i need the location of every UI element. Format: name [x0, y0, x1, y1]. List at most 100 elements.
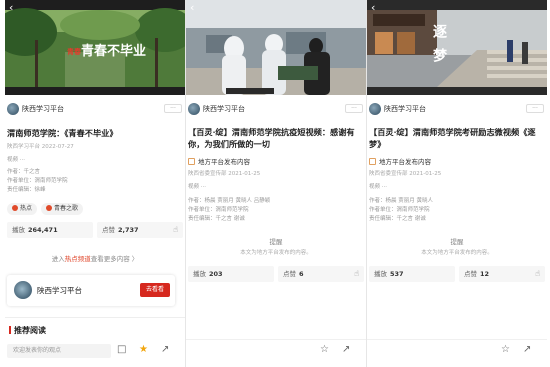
author-unit-line: 作者单位：渭南师范学院: [369, 207, 430, 213]
publisher-label: 地方平台发布内容: [198, 158, 250, 166]
editor-line: 责任编辑：徐峰: [7, 187, 46, 193]
hot-prefix: 进入: [51, 255, 65, 263]
more-button[interactable]: ···: [526, 104, 544, 113]
hot-suffix: 查看更多内容 〉: [90, 255, 139, 263]
account-logo[interactable]: [188, 103, 200, 115]
article-panel-3: ‹ 逐梦 陕西学习平台 ··· 【百灵·绽】渭南师范学院考研励志微视频《逐梦》 …: [367, 0, 547, 367]
publisher-row: 地方平台发布内容: [188, 156, 250, 166]
likes-label: 点赞: [464, 270, 477, 278]
likes-stat[interactable]: 点赞 12 ☝: [459, 266, 545, 282]
likes-stat[interactable]: 点赞 2,737 ☝: [97, 222, 183, 238]
notice-text: 本文为地方平台发布的内容。: [421, 250, 493, 256]
article-date: 陕西学习平台 2022-07-27: [7, 144, 74, 150]
platform-card: 陕西学习平台 去看看: [7, 275, 175, 306]
back-chevron-icon[interactable]: ‹: [9, 2, 13, 13]
publisher-icon: [188, 158, 195, 165]
publisher-row: 地方平台发布内容: [369, 156, 431, 166]
content-type-label: 视频 ···: [188, 184, 206, 190]
back-chevron-icon[interactable]: ‹: [371, 2, 375, 13]
editor-line: 责任编辑：千之言 谢诚: [188, 216, 245, 222]
platform-logo: [14, 281, 32, 299]
share-icon[interactable]: ↗: [342, 343, 350, 357]
tag-dot-icon: [12, 205, 18, 211]
article-title: 渭南师范学院：《青春不毕业》: [7, 128, 118, 138]
article-date: 陕西省委宣传部 2021-01-25: [369, 171, 442, 177]
video-thumbnail: [367, 0, 547, 95]
account-name[interactable]: 陕西学习平台: [22, 104, 64, 114]
author-line: 作者：千之言: [7, 169, 41, 175]
author-unit-line: 作者单位：渭南师范学院: [188, 207, 249, 213]
likes-count: 2,737: [118, 226, 139, 234]
publisher-icon: [369, 158, 376, 165]
go-see-button[interactable]: 去看看: [140, 283, 170, 297]
share-icon[interactable]: ↗: [161, 343, 169, 357]
article-panel-1: 青春 ‹ 青春不毕业 陕西学习平台 ··· 渭南师范学院：《青春不毕业》 陕西学…: [5, 0, 185, 367]
thumb-up-icon[interactable]: ☝: [173, 222, 178, 238]
share-icon[interactable]: ↗: [523, 343, 531, 357]
views-stat: 播放 203: [188, 266, 274, 282]
comment-input[interactable]: 欢迎发表你的观点: [7, 344, 111, 358]
video-player[interactable]: ‹: [186, 0, 366, 95]
heading-accent: [9, 326, 11, 334]
thumb-up-icon[interactable]: ☝: [354, 266, 359, 282]
hot-channel-link[interactable]: 进入热点频道查看更多内容 〉: [5, 253, 185, 263]
video-player[interactable]: 青春 ‹ 青春不毕业: [5, 0, 185, 95]
article-panel-2: ‹ 陕西学习平台 ··· 【百灵·绽】渭南师范学院抗疫短视频：感谢有你，为我们所…: [186, 0, 366, 367]
article-date: 陕西省委宣传部 2021-01-25: [188, 171, 261, 177]
star-icon[interactable]: ☆: [320, 343, 329, 357]
author-line: 作者：杨晨 贾丽月 黄晓人 吕静颖: [188, 198, 271, 204]
notice-text: 本文为地方平台发布的内容。: [240, 250, 312, 256]
more-button[interactable]: ···: [345, 104, 363, 113]
likes-label: 点赞: [102, 226, 115, 234]
likes-stat[interactable]: 点赞 6 ☝: [278, 266, 364, 282]
author-unit-line: 作者单位：渭南师范学院: [7, 178, 68, 184]
bottom-bar-divider: [186, 339, 366, 340]
account-name[interactable]: 陕西学习平台: [203, 104, 245, 114]
views-stat: 播放 537: [369, 266, 455, 282]
thumb-up-icon[interactable]: ☝: [535, 266, 540, 282]
tag-dot-icon: [46, 205, 53, 211]
likes-count: 6: [299, 270, 304, 278]
tag-label: 青春之歌: [54, 205, 79, 212]
likes-label: 点赞: [283, 270, 296, 278]
account-logo[interactable]: [369, 103, 381, 115]
likes-count: 12: [480, 270, 490, 278]
views-label: 播放: [374, 270, 387, 278]
views-label: 播放: [193, 270, 206, 278]
author-line: 作者：杨晨 贾丽月 黄晓人: [369, 198, 433, 204]
account-bar: 陕西学习平台 ···: [186, 103, 366, 115]
video-thumbnail: [186, 0, 366, 95]
tag-label: 热点: [20, 205, 33, 212]
publisher-label: 地方平台发布内容: [379, 158, 431, 166]
comment-icon[interactable]: □: [117, 343, 126, 357]
account-bar: 陕西学习平台 ···: [367, 103, 547, 115]
tag-youth[interactable]: 青春之歌: [41, 203, 84, 215]
recommended-heading: 推荐阅读: [9, 325, 46, 336]
editor-line: 责任编辑：千之言 谢诚: [369, 216, 426, 222]
hot-channel-name[interactable]: 热点频道: [65, 255, 91, 263]
svg-text:青春: 青春: [67, 47, 82, 56]
tag-list: 热点 青春之歌: [7, 203, 84, 215]
views-count: 537: [390, 270, 404, 278]
tag-hot[interactable]: 热点: [7, 203, 38, 215]
video-caption: 逐梦: [431, 24, 447, 72]
views-count: 203: [209, 270, 223, 278]
more-button[interactable]: ···: [164, 104, 182, 113]
views-count: 264,471: [28, 226, 58, 234]
account-logo[interactable]: [7, 103, 19, 115]
content-type-label: 视频 ···: [7, 157, 25, 163]
bottom-bar-divider: [367, 339, 547, 340]
notice-heading: 提醒: [450, 238, 464, 246]
back-chevron-icon[interactable]: ‹: [190, 2, 194, 13]
video-player[interactable]: ‹ 逐梦: [367, 0, 547, 95]
recommended-label: 推荐阅读: [14, 326, 46, 335]
account-name[interactable]: 陕西学习平台: [384, 104, 426, 114]
article-title: 【百灵·绽】渭南师范学院考研励志微视频《逐梦》: [369, 127, 536, 149]
star-icon[interactable]: ☆: [501, 343, 510, 357]
notice-heading: 提醒: [269, 238, 283, 246]
views-label: 播放: [12, 226, 25, 234]
platform-name: 陕西学习平台: [37, 286, 82, 295]
views-stat: 播放 264,471: [7, 222, 93, 238]
section-divider: [5, 317, 185, 318]
star-icon[interactable]: ★: [139, 343, 148, 357]
